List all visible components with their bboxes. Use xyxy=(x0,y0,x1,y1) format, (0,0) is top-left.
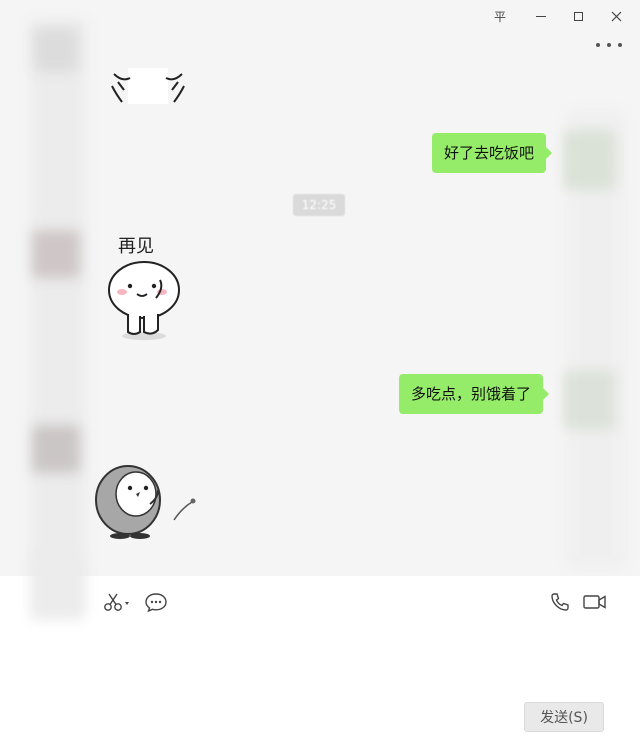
screenshot-button[interactable] xyxy=(100,590,134,614)
voice-call-button[interactable] xyxy=(548,590,572,614)
chat-history-button[interactable] xyxy=(143,590,169,614)
message-bubble-sent[interactable]: 好了去吃饭吧 xyxy=(432,133,553,173)
send-button[interactable]: 发送(S) xyxy=(524,702,604,732)
scissors-icon xyxy=(104,593,129,611)
goodbye-sticker xyxy=(108,261,180,340)
timestamp: 12:25 xyxy=(293,194,345,216)
sticker-caption: 再见 xyxy=(118,236,154,257)
penguin-sticker xyxy=(95,465,196,539)
sticker-partial xyxy=(111,68,185,104)
video-call-icon xyxy=(583,595,606,609)
chat-area: 好了去吃饭吧 12:25 再见 多吃点，别饿着了 xyxy=(0,0,640,576)
video-call-button[interactable] xyxy=(582,590,608,614)
chat-history-icon xyxy=(145,593,167,613)
chat-window: 平 好了去吃饭吧 12:25 再见 多吃点，别饿着了 发送(S) xyxy=(0,0,640,743)
blurred-region xyxy=(30,560,86,620)
phone-icon xyxy=(551,593,569,611)
message-bubble-sent[interactable]: 多吃点，别饿着了 xyxy=(399,374,550,414)
